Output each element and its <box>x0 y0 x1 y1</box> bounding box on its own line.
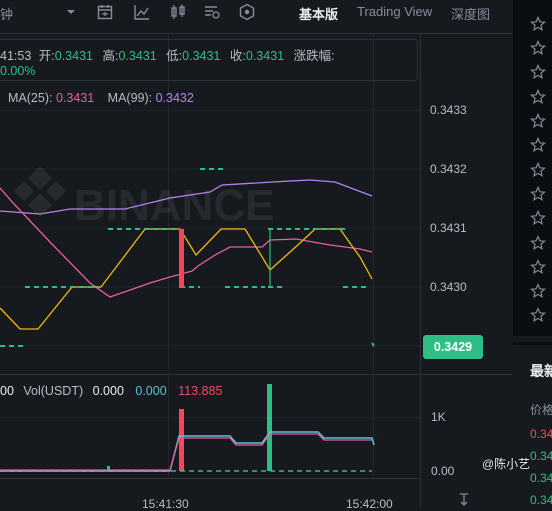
volume-bar-red <box>179 409 184 471</box>
favorite-star-icon[interactable] <box>530 307 546 323</box>
favorite-star-icon[interactable] <box>530 235 546 251</box>
watermark-text: BINANCE <box>74 181 274 230</box>
candle-down <box>179 229 184 288</box>
favorite-star-icon[interactable] <box>530 259 546 275</box>
ma7-line <box>0 228 373 330</box>
vol-ma1-value: 0.000 <box>135 384 167 398</box>
ma-legend: MA(25): 0.3431 MA(99): 0.3432 <box>8 91 194 105</box>
ohlc-high: 0.3431 <box>118 49 157 63</box>
time-tick: 15:42:00 <box>346 497 393 511</box>
ma99-value: 0.3432 <box>155 91 194 105</box>
favorite-star-icon[interactable] <box>530 137 546 153</box>
interval-label[interactable]: 钟 <box>0 4 13 23</box>
ohlc-time: 41:53 <box>0 49 32 63</box>
user-watermark: @陈小艺 <box>482 457 531 471</box>
latest-trades-title: 最新 <box>530 363 552 379</box>
favorite-star-icon[interactable] <box>530 186 546 202</box>
time-axis-resize-icon[interactable] <box>456 492 472 508</box>
volume-tick: 0.00 <box>431 464 455 478</box>
ohlc-change: 0.00% <box>0 64 36 78</box>
tab-trading-view[interactable]: Trading View <box>357 4 432 19</box>
kline-chart[interactable]: BINANCE 41:53 开:0.3431 高:0.3431 低:0.3431… <box>0 33 512 511</box>
price-tick: 0.3433 <box>430 103 467 117</box>
binance-watermark <box>14 166 66 217</box>
trade-price: 0.34 <box>530 471 552 485</box>
hexagon-settings-icon[interactable] <box>238 3 256 21</box>
tab-basic[interactable]: 基本版 <box>299 4 338 23</box>
last-price-tag: 0.3429 <box>423 335 483 359</box>
price-tick: 0.3432 <box>430 162 467 176</box>
candles-icon[interactable] <box>169 3 187 21</box>
volume-bar-green <box>267 384 272 471</box>
favorite-star-icon[interactable] <box>530 113 546 129</box>
ohlc-open: 0.3431 <box>54 49 93 63</box>
chart-toolbar: 钟 基本版 Trading View 深度图 <box>0 0 512 24</box>
favorite-star-icon[interactable] <box>530 64 546 80</box>
favorite-star-icon[interactable] <box>530 283 546 299</box>
trade-price: 0.34 <box>530 449 552 463</box>
favorite-star-icon[interactable] <box>530 210 546 226</box>
ohlc-low: 0.3431 <box>182 49 221 63</box>
price-tick: 0.3430 <box>430 280 467 294</box>
line-chart-icon[interactable] <box>133 3 151 21</box>
volume-tick: 1K <box>431 410 446 424</box>
favorite-star-icon[interactable] <box>530 162 546 178</box>
vol-ma2-value: 113.885 <box>178 384 223 398</box>
time-tick: 15:41:30 <box>142 497 189 511</box>
volume-legend: 00 Vol(USDT) 0.000 0.000 113.885 <box>0 384 223 398</box>
favorite-star-icon[interactable] <box>530 16 546 32</box>
favorite-star-icon[interactable] <box>530 40 546 56</box>
vol-ma2-line <box>0 433 372 471</box>
ohlc-close: 0.3431 <box>245 49 285 63</box>
favorite-star-icon[interactable] <box>530 89 546 105</box>
trade-price: 0.34 <box>530 493 552 507</box>
trade-price: 0.34 <box>530 427 552 441</box>
ohlc-row: 41:53 开:0.3431 高:0.3431 低:0.3431 收:0.343… <box>0 49 335 63</box>
indicator-settings-icon[interactable] <box>203 3 221 21</box>
ma25-value: 0.3431 <box>55 91 95 105</box>
price-column-label: 价格 <box>530 403 552 417</box>
price-tick: 0.3431 <box>430 221 467 235</box>
tab-depth-chart[interactable]: 深度图 <box>451 4 490 23</box>
dropdown-caret-icon[interactable] <box>62 3 80 21</box>
calendar-icon[interactable] <box>96 3 114 21</box>
vol-value: 0.000 <box>92 384 124 398</box>
